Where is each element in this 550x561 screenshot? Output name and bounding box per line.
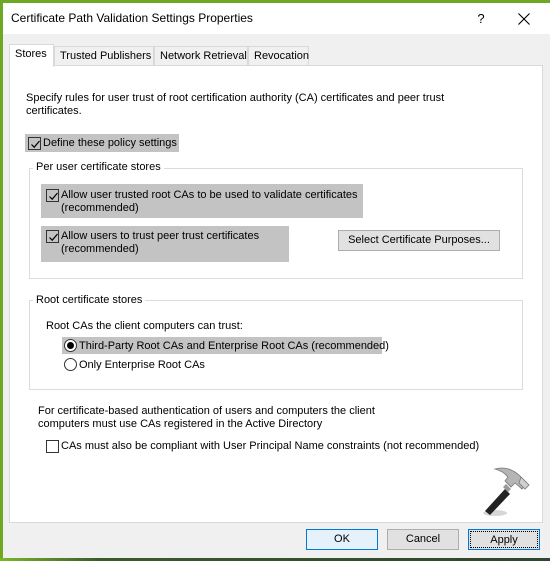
allow-root-cas-label-line1: Allow user trusted root CAs to be used t… [61,189,358,201]
enterprise-only-label: Only Enterprise Root CAs [79,359,205,371]
tab-revocation[interactable]: Revocation [248,46,309,66]
tab-trusted-publishers[interactable]: Trusted Publishers [54,46,154,66]
close-icon [518,13,530,25]
ok-button[interactable]: OK [306,529,378,550]
apply-button[interactable]: Apply [468,529,540,550]
help-button[interactable]: ? [469,7,493,31]
cancel-button[interactable]: Cancel [387,529,459,550]
per-user-stores-title: Per user certificate stores [33,161,164,174]
checkmark-icon [49,192,58,201]
auth-note-line1: For certificate-based authentication of … [38,405,375,417]
allow-peer-trust-checkbox[interactable] [46,230,59,243]
define-policy-checkbox[interactable] [28,137,41,150]
allow-peer-trust-label-line1: Allow users to trust peer trust certific… [61,230,260,242]
checkmark-icon [49,233,58,242]
allow-root-cas-checkbox[interactable] [46,189,59,202]
properties-dialog: Certificate Path Validation Settings Pro… [3,3,550,558]
close-button[interactable] [509,7,539,31]
radio-selected-dot [67,342,74,349]
define-policy-label: Define these policy settings [43,137,177,149]
root-cas-prompt: Root CAs the client computers can trust: [46,320,243,332]
title-bar: Certificate Path Validation Settings Pro… [3,3,550,34]
description-text: Specify rules for user trust of root cer… [26,92,445,117]
checkmark-icon [31,140,40,149]
allow-peer-trust-label-line2: (recommended) [61,243,139,255]
tab-network-retrieval[interactable]: Network Retrieval [154,46,248,66]
hammer-icon [483,467,530,516]
enterprise-only-radio[interactable] [64,358,77,371]
select-certificate-purposes-button[interactable]: Select Certificate Purposes... [338,230,500,251]
auth-note-line2: computers must use CAs registered in the… [38,418,323,430]
apply-button-label: Apply [470,531,538,548]
third-party-radio[interactable] [64,339,77,352]
root-stores-title: Root certificate stores [33,294,146,307]
third-party-label: Third-Party Root CAs and Enterprise Root… [79,340,389,352]
upn-constraint-label: CAs must also be compliant with User Pri… [61,440,480,452]
upn-constraint-checkbox[interactable] [46,440,59,453]
tab-stores[interactable]: Stores [9,44,54,67]
window-title: Certificate Path Validation Settings Pro… [11,11,253,25]
allow-root-cas-label-line2: (recommended) [61,202,139,214]
